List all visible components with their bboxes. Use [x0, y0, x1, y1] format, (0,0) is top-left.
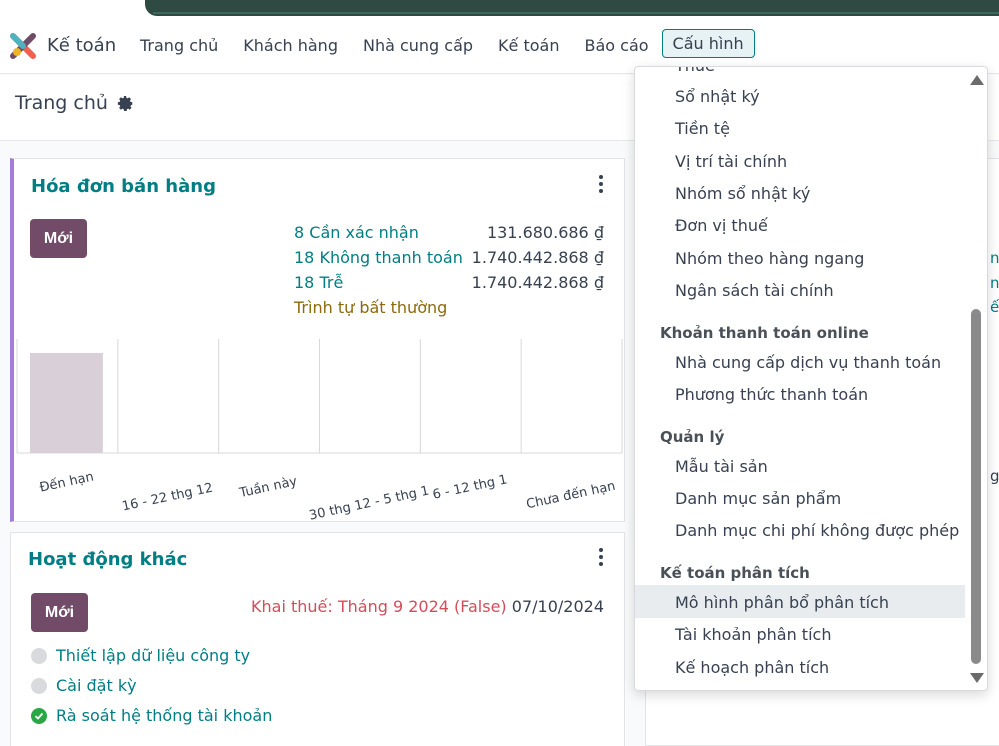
sales-card-title[interactable]: Hóa đơn bán hàng: [31, 176, 216, 197]
unusual-sequence-link[interactable]: Trình tự bất thường: [294, 298, 447, 317]
aged-receivable-chart: Đến hạn 16 - 22 thg 12 Tuần này 30 thg 12 -…: [16, 339, 623, 524]
stat-late[interactable]: 18 Trễ: [294, 273, 343, 292]
app-name[interactable]: Kế toán: [47, 35, 116, 56]
menu-item-reporting[interactable]: Báo cáo: [584, 34, 648, 58]
menu-item-configuration[interactable]: Cấu hình: [661, 29, 755, 58]
onboarding-step-chart-of-accounts[interactable]: Rà soát hệ thống tài khoản: [31, 706, 272, 725]
stat-unpaid-amount: 1.740.442.868 ₫: [471, 248, 604, 267]
page-title: Trang chủ: [15, 92, 108, 114]
chart-tick-label: Chưa đến hạn: [525, 479, 617, 513]
dropdown-item-horizontal-groups[interactable]: Nhóm theo hàng ngang: [675, 249, 864, 268]
dropdown-item-analytic-accounts[interactable]: Tài khoản phân tích: [675, 625, 831, 644]
dropdown-item-journals[interactable]: Sổ nhật ký: [675, 87, 760, 106]
peek-text: g: [990, 467, 999, 485]
tax-return-warning[interactable]: Khai thuế: Tháng 9 2024 (False): [251, 597, 507, 616]
dropdown-item-disallowed-expenses[interactable]: Danh mục chi phí không được phép: [675, 521, 959, 540]
dropdown-item-analytic-distribution-models[interactable]: Mô hình phân bổ phân tích: [675, 593, 889, 612]
stat-unpaid[interactable]: 18 Không thanh toán: [294, 248, 463, 267]
dropdown-item-fiscal-positions[interactable]: Vị trí tài chính: [675, 152, 787, 171]
dropdown-header-analytic: Kế toán phân tích: [660, 564, 810, 582]
browser-top-strip: [0, 0, 999, 18]
dropdown-item-tax-units[interactable]: Đơn vị thuế: [675, 216, 768, 235]
step-label: Rà soát hệ thống tài khoản: [56, 706, 273, 725]
peek-text: ế: [990, 298, 999, 316]
dropdown-header-management: Quản lý: [660, 428, 725, 446]
gear-icon[interactable]: [117, 95, 134, 112]
dropdown-item-payment-methods[interactable]: Phương thức thanh toán: [675, 385, 868, 404]
peek-text: n: [990, 274, 999, 292]
chart-bar[interactable]: [30, 353, 103, 453]
tax-return-date: 07/10/2024: [511, 597, 604, 616]
sales-invoices-card: Hóa đơn bán hàng Mới 8 Cần xác nhận 131.…: [10, 158, 625, 524]
kebab-menu-icon[interactable]: [598, 548, 604, 566]
chart-tick-label: 16 - 22 thg 12: [121, 481, 215, 515]
stat-to-validate-amount: 131.680.686 ₫: [486, 223, 604, 242]
menu-item-vendors[interactable]: Nhà cung cấp: [363, 34, 473, 58]
configuration-dropdown: Thuế Sổ nhật ký Tiền tệ Vị trí tài chính…: [634, 66, 988, 691]
chart-tick-label: Tuần này: [237, 474, 299, 501]
step-pending-icon: [31, 677, 47, 694]
stat-to-validate[interactable]: 8 Cần xác nhận: [294, 223, 419, 242]
breadcrumb: Trang chủ: [15, 92, 134, 114]
kebab-menu-icon[interactable]: [598, 175, 604, 193]
new-entry-button[interactable]: Mới: [31, 593, 88, 632]
dropdown-item-payment-providers[interactable]: Nhà cung cấp dịch vụ thanh toán: [675, 353, 941, 372]
chart-tick-label: Đến hạn: [38, 470, 95, 496]
menu-item-home[interactable]: Trang chủ: [140, 34, 218, 58]
step-label: Thiết lập dữ liệu công ty: [56, 646, 251, 665]
step-done-check-icon: [31, 707, 47, 724]
activity-card-title[interactable]: Hoạt động khác: [28, 549, 187, 570]
menu-item-accounting[interactable]: Kế toán: [498, 34, 559, 58]
onboarding-step-company-data[interactable]: Thiết lập dữ liệu công ty: [31, 646, 250, 665]
dropdown-item-taxes[interactable]: Thuế: [675, 67, 715, 75]
step-pending-icon: [31, 647, 47, 664]
scroll-down-arrow-icon[interactable]: [970, 673, 984, 683]
dropdown-item-currencies[interactable]: Tiền tệ: [675, 119, 730, 138]
dropdown-item-analytic-plans[interactable]: Kế hoạch phân tích: [675, 658, 829, 677]
onboarding-step-periods[interactable]: Cài đặt kỳ: [31, 676, 137, 695]
scrollbar-thumb[interactable]: [971, 309, 981, 664]
new-invoice-button[interactable]: Mới: [30, 219, 87, 258]
top-menu: Trang chủ Khách hàng Nhà cung cấp Kế toá…: [140, 29, 780, 58]
scroll-up-arrow-icon[interactable]: [970, 75, 984, 85]
stat-late-amount: 1.740.442.868 ₫: [471, 273, 604, 292]
other-activities-card: Hoạt động khác Mới Khai thuế: Tháng 9 20…: [10, 532, 625, 746]
step-label: Cài đặt kỳ: [56, 676, 137, 695]
browser-tab-bar: [145, 0, 999, 16]
dropdown-item-budgets[interactable]: Ngân sách tài chính: [675, 281, 834, 300]
dropdown-item-asset-models[interactable]: Mẫu tài sản: [675, 457, 768, 476]
chart-tick-label: 6 - 12 thg 1: [431, 472, 508, 502]
accounting-app-icon[interactable]: [10, 33, 36, 59]
dropdown-item-journal-groups[interactable]: Nhóm sổ nhật ký: [675, 184, 810, 203]
peek-text: n: [990, 249, 999, 267]
dropdown-scrollbar[interactable]: [969, 73, 984, 685]
dropdown-header-online-payments: Khoản thanh toán online: [660, 324, 869, 342]
chart-tick-label: 30 thg 12 - 5 thg 1: [308, 484, 431, 524]
dropdown-item-product-categories[interactable]: Danh mục sản phẩm: [675, 489, 841, 508]
menu-item-customers[interactable]: Khách hàng: [243, 34, 338, 58]
